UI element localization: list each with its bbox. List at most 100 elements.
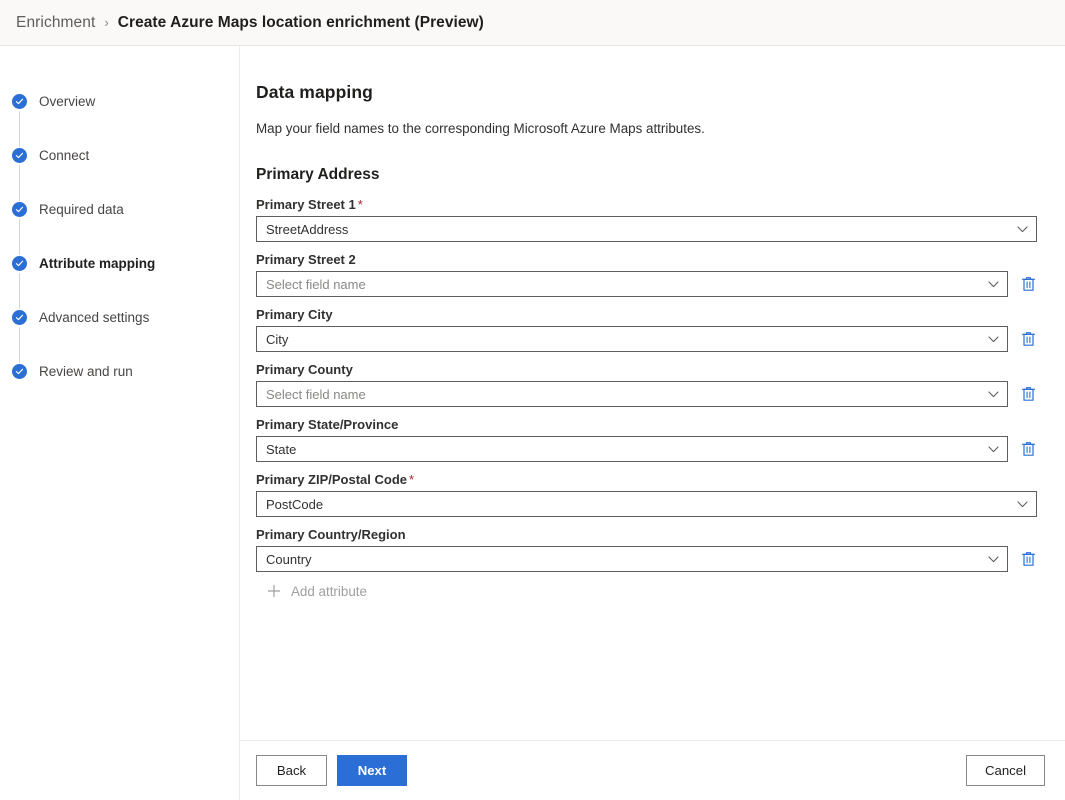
attribute-mapping-fields: Primary Street 1*StreetAddressPrimary St… (256, 197, 1065, 572)
step-connector-line (19, 111, 20, 147)
dropdown-primary-street-1[interactable]: StreetAddress (256, 216, 1037, 242)
field-primary-county: Primary County Select field name (256, 362, 1065, 407)
plus-icon (266, 583, 282, 599)
chevron-down-icon[interactable] (988, 446, 999, 453)
check-circle-icon (12, 148, 27, 163)
main-panel: Data mapping Map your field names to the… (240, 46, 1065, 800)
field-label-text: Primary County (256, 362, 353, 377)
dropdown-primary-country-region[interactable]: Country (256, 546, 1008, 572)
add-attribute-label: Add attribute (291, 584, 367, 599)
chevron-down-icon[interactable] (988, 391, 999, 398)
trash-icon[interactable] (1016, 437, 1040, 461)
sidebar-step-attribute-mapping[interactable]: Attribute mapping (0, 254, 239, 308)
check-circle-icon (12, 364, 27, 379)
wizard-step-list: Overview Connect Required data Attribute ma… (0, 92, 239, 416)
field-label-text: Primary City (256, 307, 333, 322)
step-connector-line (19, 273, 20, 309)
field-row-primary-state-province: State (256, 436, 1065, 462)
chevron-down-icon[interactable] (988, 336, 999, 343)
breadcrumb-parent-link[interactable]: Enrichment (16, 14, 95, 32)
dropdown-primary-state-province[interactable]: State (256, 436, 1008, 462)
field-primary-street-1: Primary Street 1* StreetAddress (256, 197, 1065, 242)
field-label-primary-country-region: Primary Country/Region (256, 527, 1065, 542)
step-connector-line (19, 165, 20, 201)
field-row-primary-country-region: Country (256, 546, 1065, 572)
field-label-primary-zip-postal-code: Primary ZIP/Postal Code* (256, 472, 1065, 487)
footer-left-actions: Back Next (256, 755, 407, 786)
page-header: Enrichment › Create Azure Maps location … (0, 0, 1065, 46)
trash-icon[interactable] (1016, 272, 1040, 296)
sidebar-step-label: Review and run (39, 362, 133, 381)
next-button[interactable]: Next (337, 755, 407, 786)
sidebar-step-label: Advanced settings (39, 308, 149, 327)
required-asterisk: * (358, 197, 363, 212)
wizard-sidebar: Overview Connect Required data Attribute ma… (0, 46, 240, 800)
field-row-primary-zip-postal-code: PostCode (256, 491, 1065, 517)
field-label-text: Primary Street 1 (256, 197, 356, 212)
field-label-primary-county: Primary County (256, 362, 1065, 377)
page-title: Data mapping (256, 82, 1065, 103)
field-row-primary-city: City (256, 326, 1065, 352)
field-label-text: Primary Country/Region (256, 527, 406, 542)
breadcrumb-separator-icon: › (104, 15, 108, 30)
sidebar-step-overview[interactable]: Overview (0, 92, 239, 146)
sidebar-step-label: Connect (39, 146, 89, 165)
check-circle-icon (12, 202, 27, 217)
check-circle-icon (12, 256, 27, 271)
footer-right-actions: Cancel (966, 755, 1045, 786)
check-circle-icon (12, 310, 27, 325)
field-primary-country-region: Primary Country/Region Country (256, 527, 1065, 572)
field-primary-street-2: Primary Street 2 Select field name (256, 252, 1065, 297)
chevron-down-icon[interactable] (1017, 501, 1028, 508)
trash-icon[interactable] (1016, 382, 1040, 406)
field-label-primary-street-1: Primary Street 1* (256, 197, 1065, 212)
dropdown-primary-street-2[interactable]: Select field name (256, 271, 1008, 297)
dropdown-value-primary-state-province: State (266, 442, 982, 457)
field-label-text: Primary Street 2 (256, 252, 356, 267)
trash-icon[interactable] (1016, 547, 1040, 571)
dropdown-value-primary-country-region: Country (266, 552, 982, 567)
field-label-primary-city: Primary City (256, 307, 1065, 322)
chevron-down-icon[interactable] (988, 556, 999, 563)
dropdown-value-primary-zip-postal-code: PostCode (266, 497, 1011, 512)
field-label-primary-state-province: Primary State/Province (256, 417, 1065, 432)
dropdown-value-primary-city: City (266, 332, 982, 347)
dropdown-value-primary-street-2: Select field name (266, 277, 982, 292)
chevron-down-icon[interactable] (1017, 226, 1028, 233)
sidebar-step-advanced-settings[interactable]: Advanced settings (0, 308, 239, 362)
chevron-down-icon[interactable] (988, 281, 999, 288)
dropdown-value-primary-street-1: StreetAddress (266, 222, 1011, 237)
breadcrumb-current-page: Create Azure Maps location enrichment (P… (118, 14, 484, 32)
check-circle-icon (12, 94, 27, 109)
sidebar-step-label: Attribute mapping (39, 254, 155, 273)
required-asterisk: * (409, 472, 414, 487)
add-attribute-button[interactable]: Add attribute (266, 583, 1065, 599)
sidebar-step-label: Overview (39, 92, 95, 111)
field-label-text: Primary State/Province (256, 417, 398, 432)
dropdown-value-primary-county: Select field name (266, 387, 982, 402)
wizard-footer: Back Next Cancel (240, 740, 1065, 800)
cancel-button[interactable]: Cancel (966, 755, 1045, 786)
sidebar-step-label: Required data (39, 200, 124, 219)
field-primary-city: Primary City City (256, 307, 1065, 352)
trash-icon[interactable] (1016, 327, 1040, 351)
step-connector-line (19, 327, 20, 363)
dropdown-primary-county[interactable]: Select field name (256, 381, 1008, 407)
field-label-primary-street-2: Primary Street 2 (256, 252, 1065, 267)
field-primary-zip-postal-code: Primary ZIP/Postal Code* PostCode (256, 472, 1065, 517)
field-row-primary-street-2: Select field name (256, 271, 1065, 297)
sidebar-step-connect[interactable]: Connect (0, 146, 239, 200)
dropdown-primary-zip-postal-code[interactable]: PostCode (256, 491, 1037, 517)
back-button[interactable]: Back (256, 755, 327, 786)
data-mapping-content: Data mapping Map your field names to the… (240, 46, 1065, 740)
step-connector-line (19, 219, 20, 255)
field-row-primary-street-1: StreetAddress (256, 216, 1065, 242)
page-body: Overview Connect Required data Attribute ma… (0, 46, 1065, 800)
sidebar-step-review-and-run[interactable]: Review and run (0, 362, 239, 416)
dropdown-primary-city[interactable]: City (256, 326, 1008, 352)
page-description: Map your field names to the correspondin… (256, 121, 1065, 136)
group-title-primary-address: Primary Address (256, 166, 1065, 184)
sidebar-step-required-data[interactable]: Required data (0, 200, 239, 254)
field-label-text: Primary ZIP/Postal Code (256, 472, 407, 487)
field-primary-state-province: Primary State/Province State (256, 417, 1065, 462)
